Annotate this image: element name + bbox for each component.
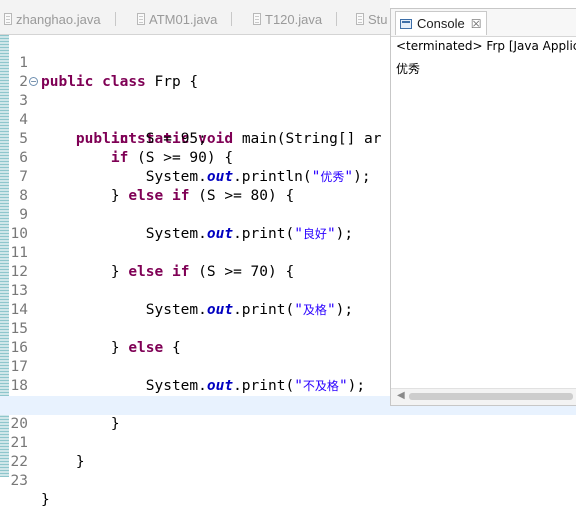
console-output-text[interactable]: 优秀 [396,60,420,77]
console-tab-label: Console [417,16,465,31]
tab-separator [114,12,116,26]
code-line-23[interactable]: 23 } [0,453,576,508]
scrollbar-thumb[interactable] [409,393,573,400]
console-process-description: <terminated> Frp [Java Applica [396,39,576,53]
tab-label: zhanghao.java [16,11,101,27]
tab-label: Stu [368,11,388,27]
minus-fold-icon[interactable]: − [29,77,38,86]
java-file-icon [137,13,145,25]
tab-separator [336,12,338,26]
code-line-21[interactable]: 21 } [0,415,576,470]
editor-tab-bar: zhanghao.java ATM01.java T120.java Stu [0,0,390,35]
console-icon [400,18,412,29]
tab-atm01-java[interactable]: ATM01.java [137,8,233,30]
java-file-icon [4,13,12,25]
tab-t120-java[interactable]: T120.java [253,8,338,30]
horizontal-scrollbar[interactable]: ◀ [391,388,576,405]
line-number: 23 [10,473,28,489]
tab-label: T120.java [265,11,323,27]
tab-stu[interactable]: Stu [356,8,388,30]
console-view: Console ☒ <terminated> Frp [Java Applica… [390,8,576,406]
java-file-icon [356,13,364,25]
tab-zhanghao-java[interactable]: zhanghao.java [4,8,116,30]
tab-console[interactable]: Console ☒ [395,11,487,35]
code-text: } [41,492,50,508]
console-header: Console ☒ [391,9,576,37]
java-file-icon [253,13,261,25]
code-line-22[interactable]: 22 [0,434,576,470]
tab-label: ATM01.java [149,11,218,27]
tab-separator [231,12,233,26]
close-icon[interactable]: ☒ [471,17,482,31]
scroll-left-arrow-icon[interactable]: ◀ [397,390,405,401]
